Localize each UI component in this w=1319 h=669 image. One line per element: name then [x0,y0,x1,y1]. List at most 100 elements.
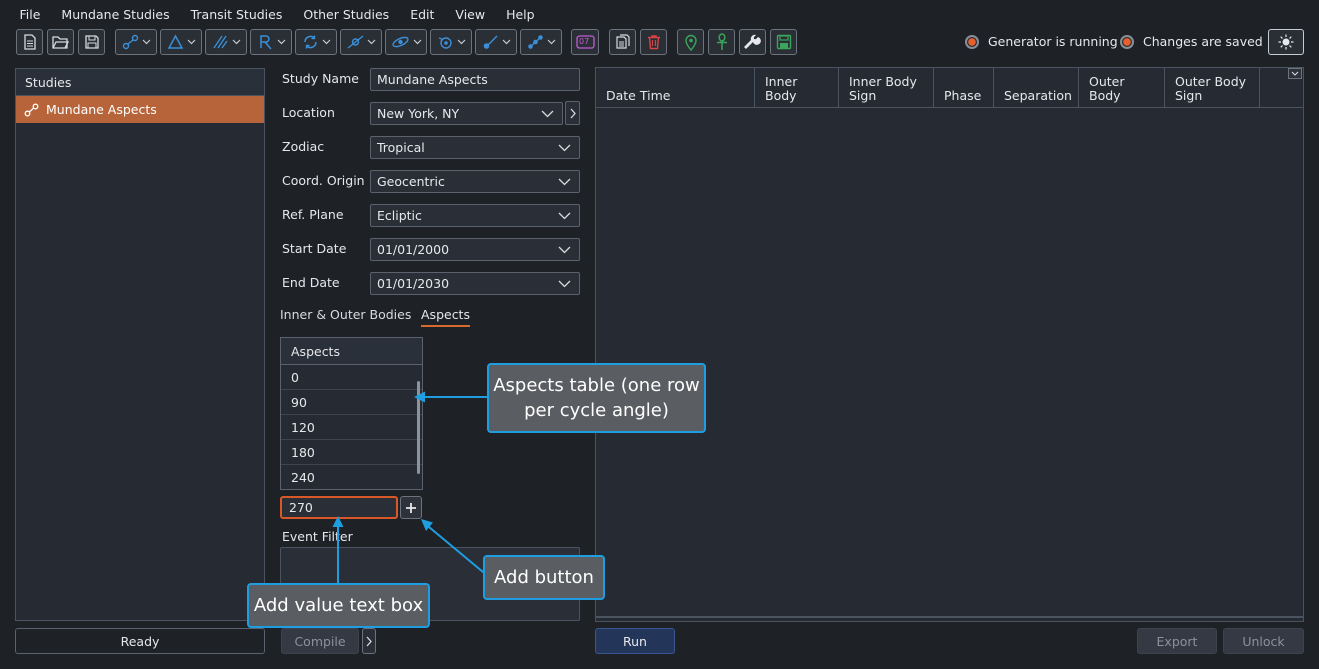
coord-origin-label: Coord. Origin [282,173,365,188]
start-date-value: 01/01/2000 [377,242,450,257]
plus-icon [406,502,416,513]
location-label: Location [282,105,335,120]
crossing-dropdown[interactable] [340,29,382,55]
chevron-down-icon [558,246,571,254]
parallel-lines-icon [212,35,228,49]
column-separation[interactable]: Separation [994,68,1079,108]
chevron-down-icon [541,110,554,118]
chevron-down-icon [187,39,195,45]
aspects-row[interactable]: 120 [281,415,422,440]
copy-icon [615,34,630,49]
calendar-button[interactable]: 07 [571,29,599,55]
settings-button[interactable] [739,29,766,55]
chevron-down-icon [547,39,555,45]
retrograde-icon [259,35,272,50]
column-outer-body-sign[interactable]: Outer Body Sign [1165,68,1260,108]
parallel-dropdown[interactable] [205,29,247,55]
end-date-value: 01/01/2030 [377,276,450,291]
new-file-button[interactable] [16,29,43,55]
start-date-picker[interactable]: 01/01/2000 [370,238,580,261]
menu-mundane-studies[interactable]: Mundane Studies [51,7,180,22]
theme-toggle-button[interactable] [1268,29,1304,55]
midpoint-icon [527,35,543,49]
aspects-row[interactable]: 90 [281,390,422,415]
save-all-button[interactable] [770,29,797,55]
save-icon [84,35,99,49]
menu-bar: File Mundane Studies Transit Studies Oth… [0,0,1319,28]
end-date-picker[interactable]: 01/01/2030 [370,272,580,295]
open-folder-button[interactable] [47,29,74,55]
aspects-row[interactable]: 180 [281,440,422,465]
compile-button[interactable]: Compile [281,628,359,654]
export-button[interactable]: Export [1137,628,1217,654]
study-list-item[interactable]: Mundane Aspects [16,96,264,123]
menu-transit-studies[interactable]: Transit Studies [180,7,293,22]
compile-options-button[interactable] [362,628,376,654]
zodiac-label: Zodiac [282,139,325,154]
column-outer-body[interactable]: Outer Body [1079,68,1165,108]
folder-open-icon [52,35,69,49]
menu-other-studies[interactable]: Other Studies [293,7,400,22]
cycle-dropdown[interactable] [295,29,337,55]
node-link-icon [24,103,39,116]
coord-origin-value: Geocentric [377,174,445,189]
ankh-button[interactable] [708,29,735,55]
return-dropdown[interactable] [430,29,472,55]
triangle-icon [167,34,183,49]
results-hscrollbar[interactable] [596,616,1303,618]
chevron-down-icon [457,39,465,45]
end-date-label: End Date [282,275,340,290]
chevron-right-icon [570,108,576,118]
ref-plane-select[interactable]: Ecliptic [370,204,580,227]
add-value-input[interactable]: 270 [280,496,398,519]
column-inner-body[interactable]: Inner Body [755,68,839,108]
ref-plane-value: Ecliptic [377,208,422,223]
status-dot-icon [965,34,979,49]
callout-add-button: Add button [483,555,605,600]
column-inner-body-sign[interactable]: Inner Body Sign [839,68,934,108]
unlock-button[interactable]: Unlock [1223,628,1304,654]
study-name-field[interactable]: Mundane Aspects [370,68,580,91]
menu-file[interactable]: File [9,7,51,22]
map-pin-icon [684,34,697,51]
eclipse-dropdown[interactable] [385,29,427,55]
aspects-scrollbar[interactable] [417,381,420,474]
retrograde-dropdown[interactable] [250,29,292,55]
column-phase[interactable]: Phase [934,68,994,108]
midpoint-dropdown[interactable] [520,29,562,55]
active-tab-indicator [421,325,470,327]
ref-plane-label: Ref. Plane [282,207,344,222]
save-button[interactable] [78,29,105,55]
triangle-dropdown[interactable] [160,29,202,55]
aspects-row[interactable]: 240 [281,465,422,489]
ingress-dropdown[interactable] [475,29,517,55]
event-filter-label: Event Filter [282,529,353,544]
tab-inner-outer-bodies[interactable]: Inner & Outer Bodies [280,307,411,322]
location-select[interactable]: New York, NY [370,102,563,125]
column-date-time[interactable]: Date Time [596,68,755,108]
chevron-down-icon [277,39,285,45]
menu-view[interactable]: View [445,7,496,22]
menu-help[interactable]: Help [496,7,546,22]
coord-origin-select[interactable]: Geocentric [370,170,580,193]
tab-aspects[interactable]: Aspects [421,307,470,322]
copy-button[interactable] [609,29,636,55]
aspects-row[interactable]: 0 [281,365,422,390]
chevron-down-icon [558,212,571,220]
results-header-row: Date Time Inner Body Inner Body Sign Pha… [596,68,1303,108]
add-aspect-button[interactable] [400,496,422,519]
delete-button[interactable] [640,29,667,55]
chevron-down-icon [558,280,571,288]
eclipse-icon [391,36,409,48]
aspect-study-dropdown[interactable] [115,29,157,55]
menu-edit[interactable]: Edit [400,7,445,22]
crossing-icon [347,35,363,49]
zodiac-select[interactable]: Tropical [370,136,580,159]
location-button[interactable] [677,29,704,55]
study-name-value: Mundane Aspects [377,72,488,87]
column-menu-button[interactable] [1288,68,1302,79]
location-expand-button[interactable] [565,101,580,125]
run-button[interactable]: Run [595,628,675,654]
chevron-down-icon [367,39,375,45]
ingress-icon [483,35,498,49]
